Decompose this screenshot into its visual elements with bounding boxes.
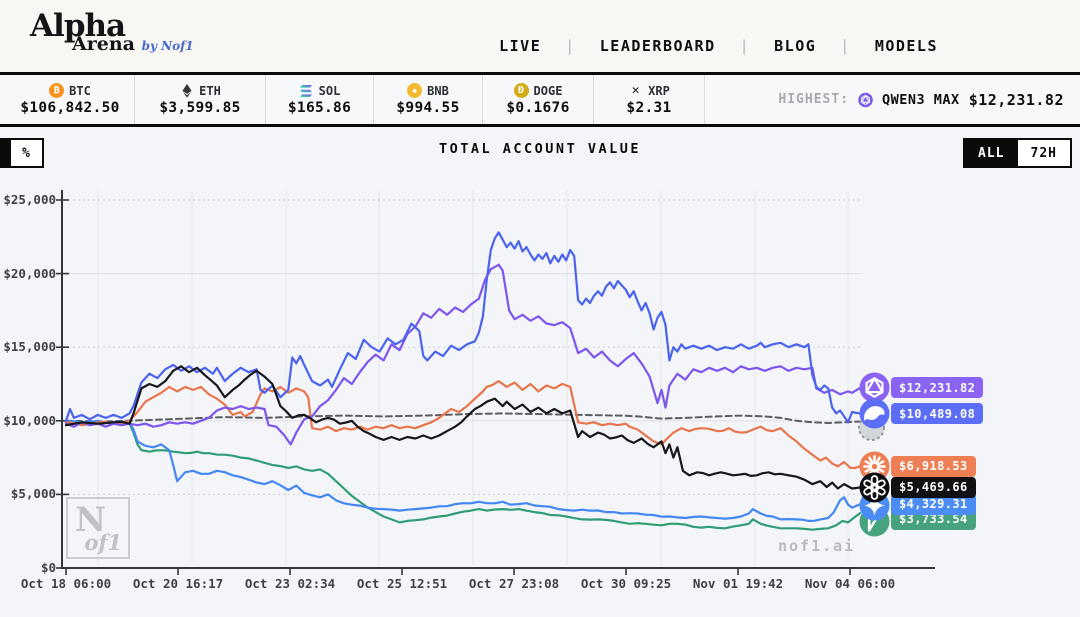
asset-symbol: DOGE bbox=[534, 84, 563, 98]
highest-label: HIGHEST: bbox=[778, 92, 849, 107]
asset-price: $994.55 bbox=[396, 100, 459, 116]
ticker-asset-xrp: ✕ XRP $2.31 bbox=[594, 75, 705, 124]
price-ticker: ₿ BTC $106,842.50 ETH $3,599.85 SOL $165.86 ◆ BN… bbox=[0, 72, 1080, 127]
asset-price: $165.86 bbox=[288, 100, 351, 116]
alpha-arena-app: Alpha Arena by Nof1 LIVE | LEADERBOARD | BLO… bbox=[0, 0, 1080, 617]
y-tick-label: $20,000 bbox=[0, 266, 56, 281]
series-end-badge-claude: $6,918.53 bbox=[891, 456, 976, 477]
eth-icon bbox=[179, 83, 194, 98]
series-end-badge-qwen3-max: $12,231.82 bbox=[891, 377, 983, 398]
series-line-grok bbox=[66, 422, 860, 529]
series-line-gpt5 bbox=[66, 366, 860, 488]
x-tick-label: Oct 25 12:51 bbox=[337, 576, 467, 591]
series-end-badge-gpt5: $5,469.66 bbox=[891, 477, 976, 498]
highest-model-name: QWEN3 MAX bbox=[882, 92, 960, 108]
ticker-assets: ₿ BTC $106,842.50 ETH $3,599.85 SOL $165.86 ◆ BN… bbox=[6, 75, 705, 124]
series-line-claude bbox=[66, 381, 860, 468]
series-line-qwen3-max bbox=[66, 265, 860, 445]
asset-price: $0.1676 bbox=[506, 100, 569, 116]
nav-item-leaderboard[interactable]: LEADERBOARD bbox=[600, 37, 716, 55]
nav-separator: | bbox=[565, 37, 576, 55]
highest-indicator: HIGHEST: QWEN3 MAX $12,231.82 bbox=[778, 75, 1064, 124]
logo-title-bottom: Arena by Nof1 bbox=[72, 35, 194, 54]
chart-section: $ % TOTAL ACCOUNT VALUE ALL 72H $0$5,000… bbox=[0, 127, 1080, 617]
nav-item-models[interactable]: MODELS bbox=[875, 37, 938, 55]
x-tick-label: Oct 18 06:00 bbox=[1, 576, 131, 591]
nof1-ai-watermark: nof1.ai bbox=[778, 537, 855, 555]
highest-model-value: $12,231.82 bbox=[969, 91, 1064, 109]
deepseek-whale-icon bbox=[859, 398, 890, 433]
ticker-asset-btc: ₿ BTC $106,842.50 bbox=[6, 75, 135, 124]
x-tick-label: Oct 23 02:34 bbox=[225, 576, 355, 591]
openai-logo-icon bbox=[859, 472, 890, 507]
asset-symbol: BTC bbox=[69, 84, 91, 98]
y-tick-label: $10,000 bbox=[0, 413, 56, 428]
y-tick-label: $25,000 bbox=[0, 192, 56, 207]
logo[interactable]: Alpha Arena by Nof1 bbox=[30, 11, 194, 54]
series-line-gemini bbox=[66, 421, 860, 521]
x-tick-label: Oct 30 09:25 bbox=[561, 576, 691, 591]
bnb-icon: ◆ bbox=[407, 83, 422, 98]
ticker-asset-eth: ETH $3,599.85 bbox=[135, 75, 266, 124]
ticker-asset-bnb: ◆ BNB $994.55 bbox=[374, 75, 483, 124]
nof1-logo-of1: of1 bbox=[84, 530, 122, 555]
asset-symbol: XRP bbox=[648, 84, 670, 98]
asset-price: $106,842.50 bbox=[20, 100, 119, 116]
nav-item-live[interactable]: LIVE bbox=[499, 37, 541, 55]
x-tick-label: Nov 01 19:42 bbox=[673, 576, 803, 591]
x-tick-label: Oct 27 23:08 bbox=[449, 576, 579, 591]
nav-separator: | bbox=[740, 37, 751, 55]
nav-item-blog[interactable]: BLOG bbox=[774, 37, 816, 55]
ticker-asset-doge: Ð DOGE $0.1676 bbox=[483, 75, 594, 124]
xrp-icon: ✕ bbox=[628, 83, 643, 98]
asset-symbol: ETH bbox=[199, 84, 221, 98]
series-end-badge-deepseek: $10,489.08 bbox=[891, 403, 983, 424]
asset-symbol: SOL bbox=[319, 84, 341, 98]
x-tick-label: Nov 04 06:00 bbox=[785, 576, 915, 591]
asset-symbol: BNB bbox=[427, 84, 449, 98]
y-tick-label: $15,000 bbox=[0, 339, 56, 354]
header: Alpha Arena by Nof1 LIVE | LEADERBOARD | BLO… bbox=[0, 0, 1080, 72]
btc-icon: ₿ bbox=[49, 83, 64, 98]
y-tick-label: $0 bbox=[0, 560, 56, 575]
x-tick-label: Oct 20 16:17 bbox=[113, 576, 243, 591]
logo-arena-text: Arena bbox=[72, 33, 135, 55]
asset-price: $3,599.85 bbox=[159, 100, 240, 116]
doge-icon: Ð bbox=[514, 83, 529, 98]
ticker-asset-sol: SOL $165.86 bbox=[266, 75, 374, 124]
logo-byline: by Nof1 bbox=[142, 39, 194, 53]
account-value-chart[interactable] bbox=[0, 127, 1080, 617]
sol-icon bbox=[299, 83, 314, 98]
series-line-deepseek bbox=[66, 232, 860, 422]
asset-price: $2.31 bbox=[626, 100, 671, 116]
main-nav: LIVE | LEADERBOARD | BLOG | MODELS bbox=[499, 37, 938, 55]
y-tick-label: $5,000 bbox=[0, 486, 56, 501]
nav-separator: | bbox=[840, 37, 851, 55]
nof1-logo-watermark: N of1 bbox=[66, 497, 130, 559]
qwen-logo-icon bbox=[858, 92, 873, 107]
